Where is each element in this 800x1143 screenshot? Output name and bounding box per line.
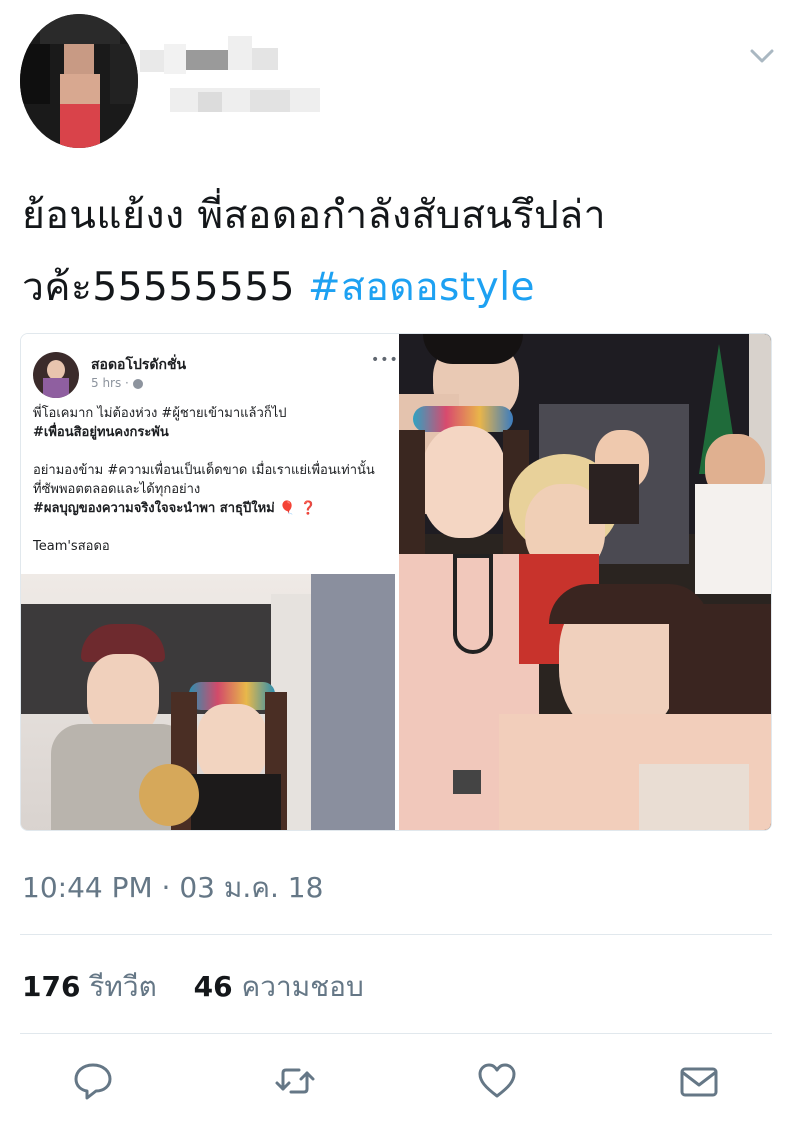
tweet-stats: 176 รีทวีต 46 ความชอบ bbox=[22, 965, 392, 1009]
heart-icon bbox=[475, 1059, 519, 1107]
avatar[interactable] bbox=[20, 14, 138, 148]
fb-line: #เพื่อนสิอยู่ทนคงกระพัน bbox=[33, 425, 169, 440]
direct-message-button[interactable] bbox=[674, 1058, 724, 1108]
fb-time-text: 5 hrs · bbox=[91, 376, 133, 390]
blurred-username bbox=[140, 30, 330, 130]
fb-post-body: พี่โอเคมาก ไม่ต้องห่วง #ผู้ชายเข้ามาแล้ว… bbox=[33, 404, 393, 556]
retweet-icon bbox=[273, 1059, 317, 1107]
fb-post-time: 5 hrs · bbox=[91, 376, 143, 390]
likes-stat[interactable]: 46 ความชอบ bbox=[194, 970, 364, 1003]
divider bbox=[20, 934, 772, 935]
likes-label: ความชอบ bbox=[241, 970, 364, 1003]
retweets-stat[interactable]: 176 รีทวีต bbox=[22, 970, 157, 1003]
fb-line: พี่โอเคมาก ไม่ต้องห่วง #ผู้ชายเข้ามาแล้ว… bbox=[33, 406, 287, 421]
fb-line: Team'sสอดอ bbox=[33, 539, 110, 554]
more-options-icon: ••• bbox=[371, 352, 399, 368]
group-photo bbox=[399, 334, 771, 830]
reply-icon bbox=[71, 1059, 115, 1107]
like-button[interactable] bbox=[472, 1058, 522, 1108]
tweet-actions bbox=[0, 1058, 800, 1118]
embedded-facebook-post: สอดอโปรดักชั่น 5 hrs · ••• พี่โอเคมาก ไม… bbox=[21, 334, 398, 830]
likes-count: 46 bbox=[193, 970, 233, 1003]
envelope-icon bbox=[677, 1059, 721, 1107]
retweet-button[interactable] bbox=[270, 1058, 320, 1108]
tweet-text: ย้อนแย้งง พี่สอดอกำลังสับสนรึปล่าวค้ะ555… bbox=[22, 180, 782, 324]
fb-author-name: สอดอโปรดักชั่น bbox=[91, 357, 187, 373]
fb-avatar bbox=[33, 352, 79, 398]
fb-line: อย่ามองข้าม #ความเพื่อนเป็นเด็ดขาด เมื่อ… bbox=[33, 463, 375, 478]
globe-icon bbox=[132, 378, 143, 389]
chevron-down-icon[interactable] bbox=[748, 44, 776, 68]
hashtag-link[interactable]: #สอดอstyle bbox=[308, 265, 535, 310]
reply-button[interactable] bbox=[68, 1058, 118, 1108]
tweet-header bbox=[0, 0, 800, 160]
fb-line: #ผลบุญของความจริงใจจะนำพา สาธุปีใหม่ 🎈 ❓ bbox=[33, 501, 317, 516]
fb-line: ที่ซัพพอตตลอดและได้ทุกอย่าง bbox=[33, 482, 201, 497]
retweets-label: รีทวีต bbox=[89, 970, 157, 1003]
tweet-timestamp[interactable]: 10:44 PM · 03 ม.ค. 18 bbox=[22, 866, 323, 910]
divider bbox=[20, 1033, 772, 1034]
fb-post-photo bbox=[21, 574, 395, 830]
retweets-count: 176 bbox=[22, 970, 81, 1003]
tweet-media[interactable]: สอดอโปรดักชั่น 5 hrs · ••• พี่โอเคมาก ไม… bbox=[20, 333, 772, 831]
